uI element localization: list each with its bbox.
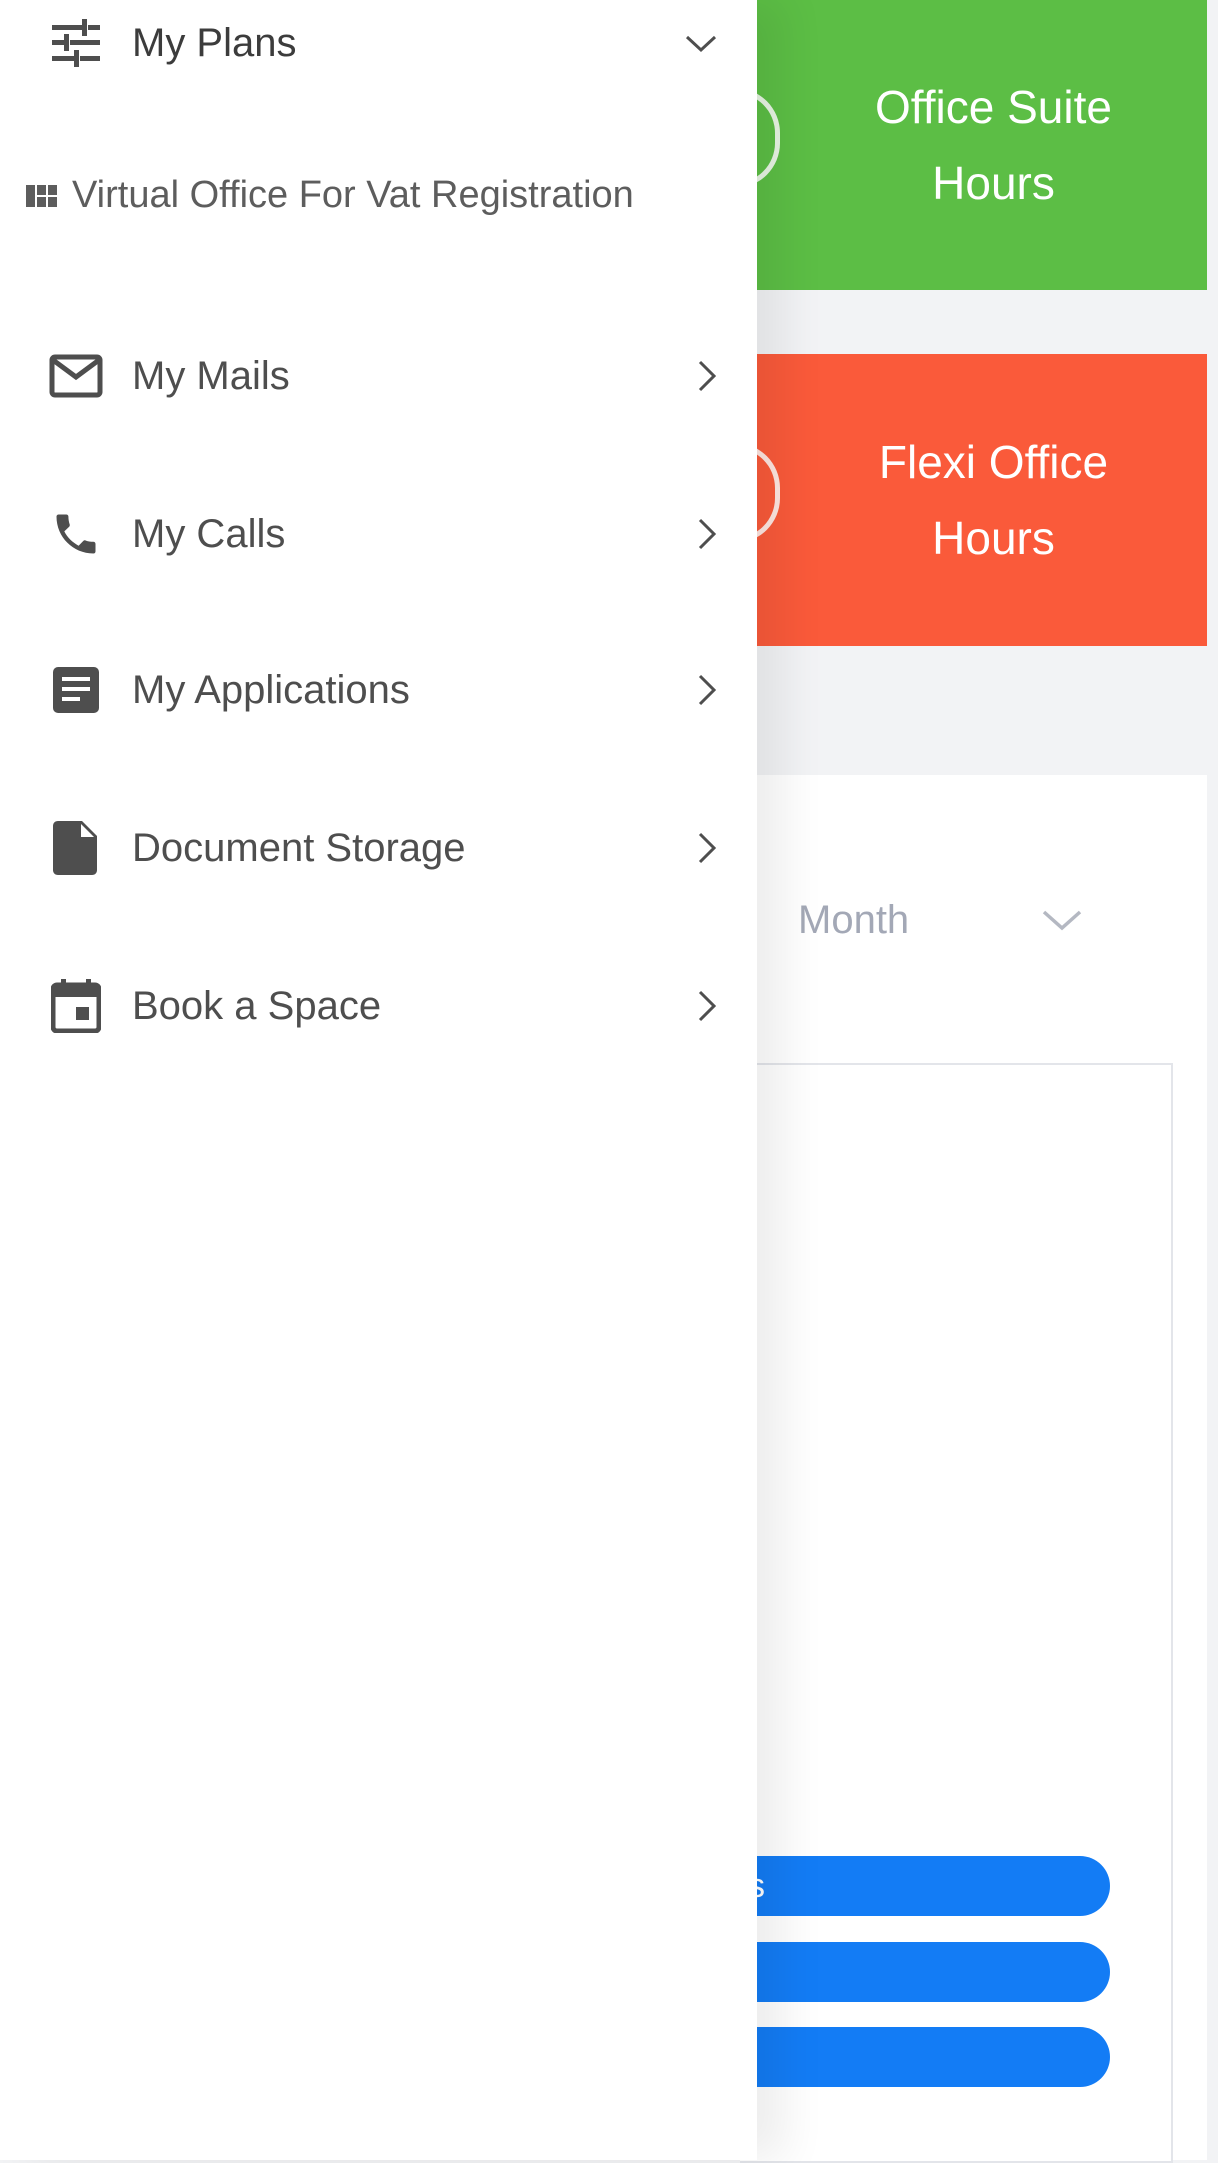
nav-item-document-storage-label: Document Storage xyxy=(132,825,466,870)
chevron-down-icon[interactable] xyxy=(1040,900,1084,940)
tune-icon xyxy=(46,13,106,73)
period-select-value: Month xyxy=(798,897,910,942)
chevron-down-icon xyxy=(685,35,717,53)
chevron-right-icon xyxy=(698,832,717,864)
navigation-drawer: My Plans Virtual Office For Vat Registra… xyxy=(0,0,757,2160)
nav-item-my-applications-label: My Applications xyxy=(132,667,410,712)
chevron-right-icon xyxy=(698,360,717,392)
nav-item-my-mails-label: My Mails xyxy=(132,353,290,398)
plan-item-virtual-office[interactable]: Virtual Office For Vat Registration xyxy=(26,160,634,230)
calendar-icon xyxy=(46,976,106,1036)
nav-item-my-calls[interactable]: My Calls xyxy=(0,479,757,589)
chevron-right-icon xyxy=(698,674,717,706)
nav-item-my-mails[interactable]: My Mails xyxy=(0,321,757,431)
action-button-3[interactable] xyxy=(700,2027,1110,2087)
nav-item-document-storage[interactable]: Document Storage xyxy=(0,793,757,903)
chevron-right-icon xyxy=(698,518,717,550)
action-button-2[interactable] xyxy=(700,1942,1110,2002)
plan-icon xyxy=(26,185,57,207)
applications-icon xyxy=(46,660,106,720)
flexi-office-hours-card[interactable]: Flexi Office Hours xyxy=(740,354,1207,646)
plan-item-label: Virtual Office For Vat Registration xyxy=(72,173,634,216)
nav-item-book-a-space-label: Book a Space xyxy=(132,983,382,1028)
phone-icon xyxy=(46,504,106,564)
document-icon xyxy=(46,818,106,878)
office-suite-hours-label: Office Suite Hours xyxy=(875,81,1112,209)
nav-item-my-applications[interactable]: My Applications xyxy=(0,635,757,745)
mail-icon xyxy=(46,346,106,406)
nav-item-my-plans-label: My Plans xyxy=(132,20,297,65)
action-button-1[interactable]: s xyxy=(700,1856,1110,1916)
nav-item-my-plans[interactable]: My Plans xyxy=(0,0,757,98)
office-suite-hours-card[interactable]: Office Suite Hours xyxy=(740,0,1207,290)
flexi-office-hours-label: Flexi Office Hours xyxy=(878,436,1109,564)
nav-item-my-calls-label: My Calls xyxy=(132,511,286,556)
chevron-right-icon xyxy=(698,990,717,1022)
nav-item-book-a-space[interactable]: Book a Space xyxy=(0,951,757,1061)
